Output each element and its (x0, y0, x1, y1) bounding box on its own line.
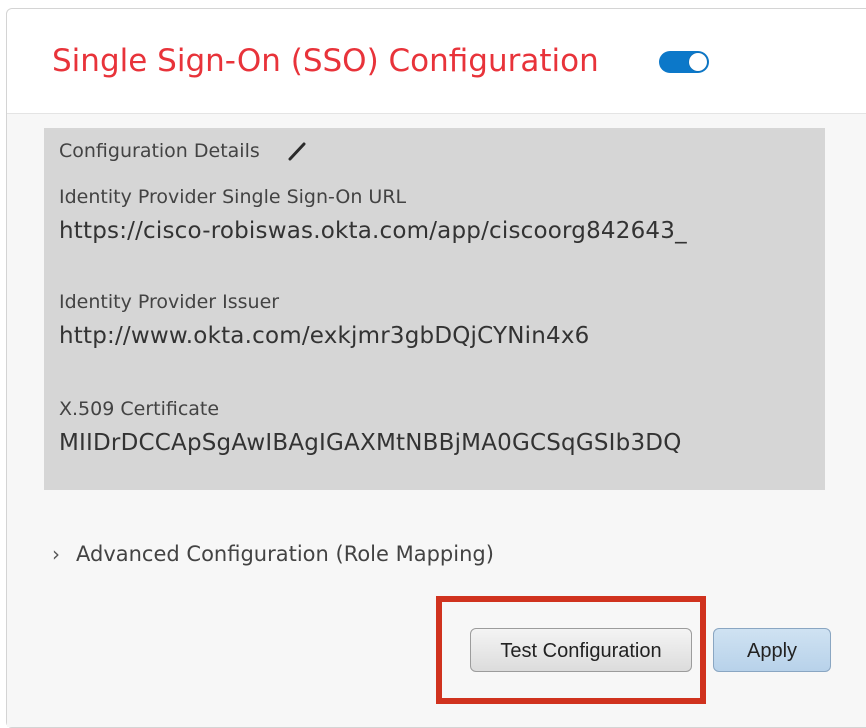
page-title: Single Sign-On (SSO) Configuration (52, 43, 599, 79)
toggle-knob (689, 53, 707, 71)
idp-issuer-value: http://www.okta.com/exkjmr3gbDQjCYNin4x6 (59, 323, 590, 349)
pencil-icon[interactable] (286, 140, 308, 162)
certificate-label: X.509 Certificate (59, 398, 220, 420)
certificate-value: MIIDrDCCApSgAwIBAgIGAXMtNBBjMA0GCSqGSIb3… (59, 430, 682, 456)
details-section-label: Configuration Details (59, 140, 260, 162)
idp-issuer-label: Identity Provider Issuer (59, 291, 280, 313)
details-header: Configuration Details (59, 140, 308, 162)
panel-header: Single Sign-On (SSO) Configuration (7, 9, 866, 114)
advanced-configuration-toggle[interactable]: › Advanced Configuration (Role Mapping) (52, 542, 494, 566)
sso-enable-toggle[interactable] (659, 51, 709, 73)
idp-sso-url-label: Identity Provider Single Sign-On URL (59, 186, 407, 208)
chevron-right-icon: › (52, 542, 60, 566)
apply-button[interactable]: Apply (713, 628, 831, 672)
test-configuration-button[interactable]: Test Configuration (470, 628, 692, 672)
advanced-configuration-label: Advanced Configuration (Role Mapping) (76, 542, 494, 566)
idp-sso-url-value: https://cisco-robiswas.okta.com/app/cisc… (59, 218, 687, 244)
configuration-details-box: Configuration Details Identity Provider … (44, 128, 825, 490)
